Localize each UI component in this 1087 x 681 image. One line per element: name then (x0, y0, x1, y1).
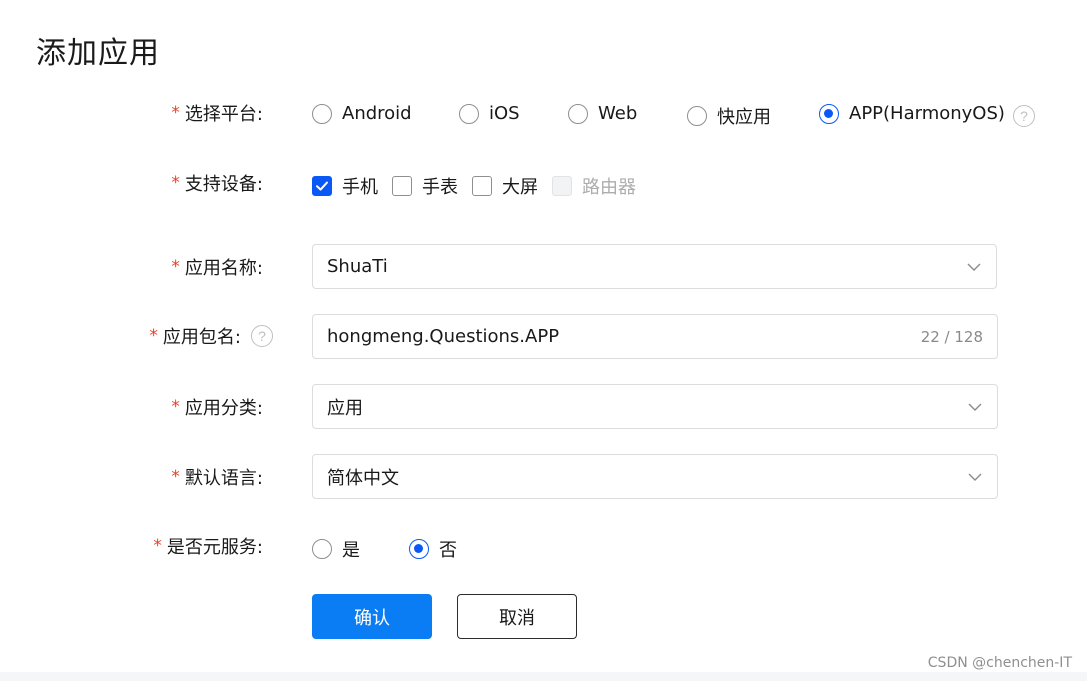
cancel-button[interactable]: 取消 (457, 594, 577, 639)
required-mark: * (171, 467, 180, 487)
question-mark-icon[interactable]: ? (1013, 105, 1035, 127)
category-value: 应用 (327, 397, 363, 419)
atomic-service-label: * 是否元服务: (153, 533, 263, 559)
platform-option-label: Web (598, 103, 638, 124)
language-label-text: 默认语言: (184, 468, 263, 489)
platform-row: * 选择平台: Android iOS Web 快应用 APP(HarmonyO… (0, 96, 1087, 132)
category-label: * 应用分类: (171, 394, 263, 420)
platform-option-label: iOS (489, 103, 520, 124)
confirm-button[interactable]: 确认 (312, 594, 432, 639)
language-row: * 默认语言: 简体中文 (0, 454, 1087, 499)
device-option-router: 路由器 (552, 173, 636, 199)
platform-option-web[interactable]: Web (568, 103, 637, 124)
app-name-row: * 应用名称: ShuaTi (0, 244, 1087, 289)
app-name-select[interactable]: ShuaTi (312, 244, 997, 289)
required-mark: * (149, 326, 158, 346)
chevron-down-icon[interactable] (966, 259, 982, 275)
required-mark: * (171, 257, 180, 277)
chevron-down-icon[interactable] (967, 469, 983, 485)
required-mark: * (171, 397, 180, 417)
checkmark-icon (316, 181, 328, 191)
device-option-label: 大屏 (502, 177, 538, 198)
radio-circle-selected[interactable] (409, 539, 429, 559)
platform-option-harmonyos[interactable]: APP(HarmonyOS) (819, 103, 1005, 124)
atomic-service-option-no[interactable]: 否 (409, 536, 457, 562)
app-name-label-text: 应用名称: (184, 258, 263, 279)
device-option-label: 手表 (422, 177, 458, 198)
category-select[interactable]: 应用 (312, 384, 998, 429)
checkbox-disabled (552, 176, 572, 196)
device-option-phone[interactable]: 手机 (312, 173, 378, 199)
app-name-label: * 应用名称: (171, 254, 263, 280)
atomic-service-option-yes[interactable]: 是 (312, 536, 360, 562)
package-name-label-text: 应用包名: (162, 327, 241, 348)
package-name-input[interactable]: hongmeng.Questions.APP 22 / 128 (312, 314, 998, 359)
package-name-value[interactable]: hongmeng.Questions.APP (327, 326, 921, 347)
devices-label: * 支持设备: (171, 170, 263, 196)
platform-label-text: 选择平台: (184, 104, 263, 125)
chevron-down-icon[interactable] (967, 399, 983, 415)
radio-circle[interactable] (312, 103, 332, 124)
checkbox[interactable] (392, 176, 412, 196)
atomic-service-option-label: 是 (342, 540, 360, 561)
char-counter: 22 / 128 (920, 327, 983, 346)
language-select[interactable]: 简体中文 (312, 454, 998, 499)
category-label-text: 应用分类: (184, 398, 263, 419)
required-mark: * (171, 103, 180, 123)
device-option-tv[interactable]: 大屏 (472, 173, 538, 199)
package-name-label: * 应用包名: ? (149, 323, 273, 349)
device-option-label: 手机 (342, 177, 378, 198)
bottom-divider (0, 672, 1087, 681)
platform-option-quickapp[interactable]: 快应用 (687, 103, 771, 129)
radio-circle[interactable] (568, 103, 588, 124)
platform-option-label: Android (342, 103, 412, 124)
devices-row: * 支持设备: 手机 手表 大屏 路由器 (0, 166, 1087, 202)
checkbox[interactable] (472, 176, 492, 196)
devices-label-text: 支持设备: (184, 174, 263, 195)
platform-label: * 选择平台: (171, 100, 263, 126)
radio-circle[interactable] (459, 103, 479, 124)
app-name-value: ShuaTi (327, 256, 388, 277)
watermark: CSDN @chenchen-IT (927, 655, 1072, 671)
question-mark-icon[interactable]: ? (251, 325, 273, 347)
package-name-row: * 应用包名: ? hongmeng.Questions.APP 22 / 12… (0, 314, 1087, 359)
platform-option-label: 快应用 (717, 107, 771, 128)
language-value: 简体中文 (327, 467, 399, 489)
language-label: * 默认语言: (171, 464, 263, 490)
platform-option-android[interactable]: Android (312, 103, 412, 124)
checkbox-checked[interactable] (312, 176, 332, 196)
platform-option-label: APP(HarmonyOS) (849, 103, 1005, 124)
page-title: 添加应用 (36, 36, 160, 71)
atomic-service-option-label: 否 (439, 540, 457, 561)
add-app-page: 添加应用 * 选择平台: Android iOS Web 快应用 APP(Har… (0, 0, 1087, 681)
device-option-watch[interactable]: 手表 (392, 173, 458, 199)
platform-option-ios[interactable]: iOS (459, 103, 520, 124)
radio-circle[interactable] (312, 539, 332, 559)
atomic-service-row: * 是否元服务: 是 否 (0, 529, 1087, 565)
radio-circle[interactable] (687, 106, 707, 126)
radio-circle-selected[interactable] (819, 103, 839, 124)
device-option-label: 路由器 (582, 177, 636, 198)
required-mark: * (171, 173, 180, 193)
category-row: * 应用分类: 应用 (0, 384, 1087, 429)
required-mark: * (153, 536, 162, 556)
atomic-service-label-text: 是否元服务: (166, 537, 263, 558)
